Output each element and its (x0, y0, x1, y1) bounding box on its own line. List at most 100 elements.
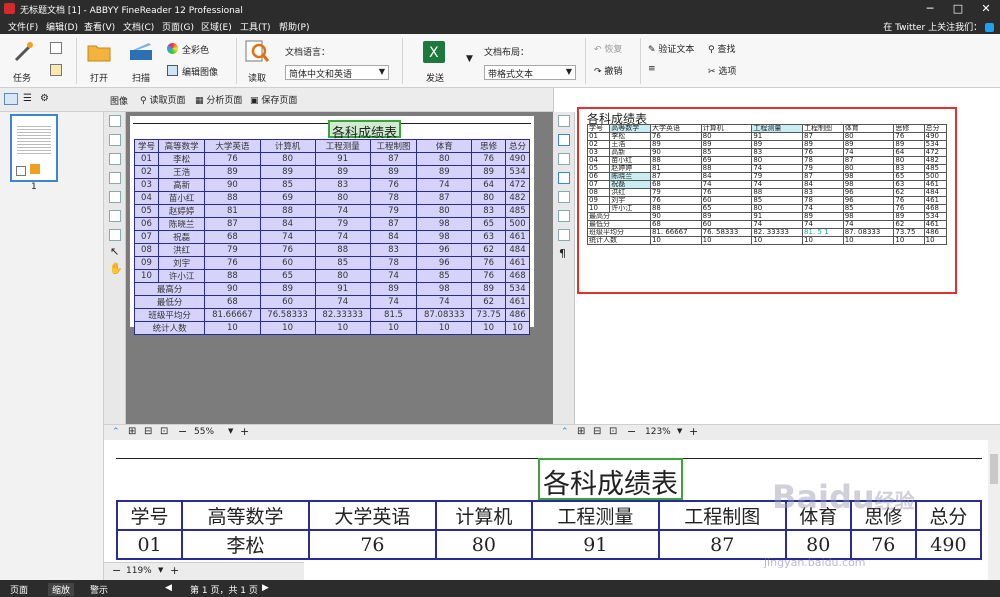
tab-warnings[interactable]: 警示 (90, 583, 108, 596)
table-row: 10 许小江 88 65 80 74 85 76 468 (134, 269, 530, 283)
list-view-icon[interactable]: ☰ (23, 93, 32, 104)
background-area-tool-icon[interactable] (109, 191, 121, 203)
fit-width-icon[interactable]: ⊟ (144, 426, 152, 437)
menu-help[interactable]: 帮助(P) (279, 20, 309, 33)
menu-page[interactable]: 页面(G) (162, 20, 194, 33)
page-thumbnail[interactable] (10, 114, 58, 182)
collapse-icon[interactable]: ⌃ (561, 427, 569, 437)
options-button[interactable]: ✂ 选项 (708, 64, 748, 78)
chevron-down-icon: ▼ (378, 67, 385, 76)
color-mode-button[interactable]: 全彩色 (167, 42, 247, 56)
open-button[interactable]: 打开 (84, 38, 114, 84)
task-button[interactable]: 任务 (8, 38, 38, 84)
table-row: 06 陈晓兰 87 84 79 87 98 65 500 (586, 172, 948, 181)
fit-height-icon[interactable]: ⊡ (609, 426, 617, 437)
read-page-button[interactable]: ⚲ 读取页面 (140, 93, 185, 106)
table-row: 04 苗小红 88 69 80 78 87 80 482 (134, 191, 530, 205)
chevron-down-icon: ▼ (565, 67, 572, 76)
app-logo-icon (4, 3, 15, 14)
collapse-icon[interactable]: ⌃ (112, 427, 120, 437)
tab-pages[interactable]: 页面 (10, 583, 28, 596)
crop-tool-icon[interactable] (109, 210, 121, 222)
tab-zoom[interactable]: 缩放 (48, 583, 75, 596)
menu-tools[interactable]: 工具(T) (240, 20, 271, 33)
zoom-in-button[interactable]: + (689, 425, 698, 438)
read-page-icon: ⚲ (140, 96, 147, 106)
zoom-out-button[interactable]: − (178, 425, 187, 438)
pointer-tool-icon[interactable]: ↖ (110, 245, 119, 258)
menu-view[interactable]: 查看(V) (84, 20, 115, 33)
split-view-icon[interactable] (558, 153, 570, 165)
barcode-area-tool-icon[interactable] (109, 172, 121, 184)
fit-page-icon[interactable]: ⊞ (128, 426, 136, 437)
prev-page-icon[interactable]: ◀ (165, 583, 172, 593)
save-page-button[interactable]: ▣ 保存页面 (250, 93, 297, 106)
page-view-icon[interactable] (558, 134, 570, 146)
doc-layout-select[interactable]: 带格式文本 ▼ (484, 65, 576, 80)
image-zoom-value[interactable]: 55% (194, 427, 214, 437)
table-row: 统计人数 10 10 10 10 10 10 10 (587, 236, 948, 245)
table-row: 最高分 90 89 91 89 98 89 534 (133, 282, 530, 296)
table-row: 03 高新 90 85 83 76 74 64 472 (586, 148, 948, 157)
table-row: 班级平均分 81. 66667 76. 58333 82. 33333 81. 5 18… (587, 228, 948, 237)
analyze-page-button[interactable]: ▦ 分析页面 (195, 93, 242, 106)
fit-page-icon[interactable]: ⊞ (577, 426, 585, 437)
fit-width-icon[interactable]: ⊟ (593, 426, 601, 437)
zoom-pane-zoom-value[interactable]: 119% (126, 566, 152, 576)
find-button[interactable]: ⚲ 查找 (708, 42, 748, 56)
verify-text-button[interactable]: ✎ 验证文本 (648, 42, 704, 56)
formatting-view-icon[interactable] (558, 172, 570, 184)
close-button[interactable]: ✕ (972, 0, 1000, 18)
menu-file[interactable]: 文件(F) (8, 20, 38, 33)
table-row: 07 祝磊 68 74 74 84 98 63 461 (134, 230, 530, 244)
watermark-logo: Baidu经验 (772, 478, 915, 516)
picture-area-tool-icon[interactable] (109, 153, 121, 165)
twitter-follow-link[interactable]: 在 Twitter 上关注我们： (883, 20, 994, 33)
chevron-down-icon[interactable]: ▼ (677, 427, 682, 435)
menu-document[interactable]: 文档(C) (123, 20, 154, 33)
table-region[interactable]: 学号 高等数学 大学英语 计算机 工程测量 工程制图 体育 思修 总分 01 李松 76 80 91 87… (133, 139, 530, 335)
title-region[interactable]: 各科成绩表 (328, 120, 402, 141)
show-text-icon[interactable] (558, 115, 570, 127)
scan-button[interactable]: 扫描 (126, 38, 156, 84)
fit-height-icon[interactable]: ⊡ (160, 426, 168, 437)
text-zoom-value[interactable]: 123% (645, 427, 671, 437)
text-area-tool-icon[interactable] (109, 115, 121, 127)
table-area-tool-icon[interactable] (109, 134, 121, 146)
maximize-button[interactable]: □ (944, 0, 972, 18)
image-zoom-bar: ⌃ ⊞ ⊟ ⊡ − 55% ▼ + (104, 424, 553, 440)
zoom-title-region[interactable]: 各科成绩表 (538, 458, 683, 500)
read-button[interactable]: 读取 (242, 38, 272, 84)
menu-edit[interactable]: 编辑(D) (46, 20, 78, 33)
zoom-out-button[interactable]: − (627, 425, 636, 438)
thumbnail-view-icon[interactable] (4, 93, 18, 105)
zoom-out-button[interactable]: − (112, 564, 121, 577)
watermark-url: jingyan.baidu.com (764, 556, 866, 569)
menu-region[interactable]: 区域(E) (201, 20, 232, 33)
zoom-scrollbar[interactable] (988, 440, 1000, 580)
doc-language-select[interactable]: 简体中文和英语 ▼ (285, 65, 389, 80)
find-tool-icon[interactable] (558, 191, 570, 203)
next-page-icon[interactable]: ▶ (262, 583, 269, 593)
page-settings-icon[interactable]: ⚙ (40, 93, 49, 104)
paragraph-marks-icon[interactable]: ¶ (559, 247, 566, 260)
send-dropdown-icon[interactable]: ▼ (466, 54, 473, 64)
chevron-down-icon[interactable]: ▼ (158, 566, 163, 574)
verify-tool-icon[interactable] (558, 210, 570, 222)
undo-button[interactable]: ↶ 恢复 (594, 42, 634, 56)
edit-image-button[interactable]: 编辑图像 (167, 64, 247, 78)
table-split-tool-icon[interactable] (109, 229, 121, 241)
hand-tool-icon[interactable]: ✋ (109, 262, 123, 275)
zoom-in-button[interactable]: + (170, 564, 179, 577)
minimize-button[interactable]: ─ (916, 0, 944, 18)
zoom-in-button[interactable]: + (240, 425, 249, 438)
new-document-icon[interactable] (50, 42, 62, 54)
new-task-icon[interactable] (50, 64, 62, 76)
redo-button[interactable]: ↷ 撤销 (594, 64, 634, 78)
send-button[interactable]: X 发送 (418, 38, 454, 84)
format-icon[interactable]: ≡ (648, 64, 662, 78)
spell-tool-icon[interactable] (558, 229, 570, 241)
twitter-icon[interactable] (985, 23, 994, 32)
recognized-table[interactable]: 学号 高等数学 大学英语 计算机 工程测量 工程制图 体育 思修 总分 01 李松 76 80 91 87… (586, 124, 948, 245)
chevron-down-icon[interactable]: ▼ (228, 427, 233, 435)
